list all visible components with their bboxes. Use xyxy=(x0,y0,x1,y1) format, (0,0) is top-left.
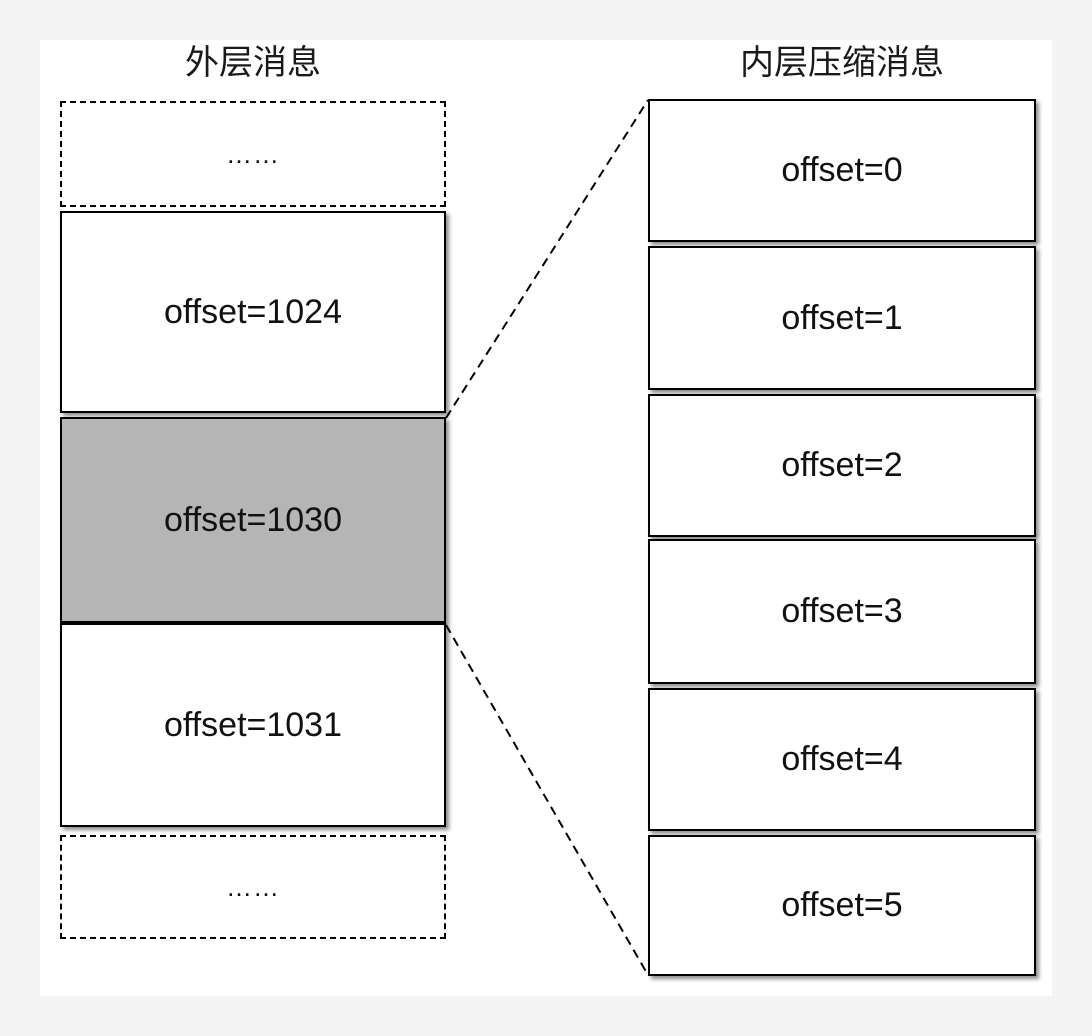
outer-block-1030: offset=1030 xyxy=(60,417,446,623)
inner-block-3: offset=3 xyxy=(648,539,1036,684)
inner-block-5: offset=5 xyxy=(648,835,1036,976)
inner-block-label: offset=3 xyxy=(781,592,903,630)
outer-block-label: offset=1030 xyxy=(163,500,343,539)
inner-block-label: offset=1 xyxy=(781,298,903,337)
outer-title: 外层消息 xyxy=(185,43,321,83)
inner-block-1: offset=1 xyxy=(648,246,1036,390)
outer-block-1031: offset=1031 xyxy=(60,623,446,827)
outer-block-label: offset=1031 xyxy=(163,705,343,744)
outer-ellipsis-top: …… xyxy=(60,101,446,207)
inner-block-label: offset=5 xyxy=(781,886,903,924)
inner-block-0: offset=0 xyxy=(648,99,1036,242)
inner-block-label: offset=2 xyxy=(781,446,903,484)
inner-block-label: offset=4 xyxy=(781,740,903,778)
inner-block-label: offset=0 xyxy=(781,151,903,189)
inner-block-4: offset=4 xyxy=(648,688,1036,831)
outer-block-label: …… xyxy=(226,871,280,902)
outer-block-label: …… xyxy=(226,138,280,169)
inner-block-2: offset=2 xyxy=(648,394,1036,537)
inner-title: 内层压缩消息 xyxy=(740,43,944,83)
outer-ellipsis-bottom: …… xyxy=(60,835,446,939)
outer-block-label: offset=1024 xyxy=(163,292,343,331)
outer-block-1024: offset=1024 xyxy=(60,211,446,413)
